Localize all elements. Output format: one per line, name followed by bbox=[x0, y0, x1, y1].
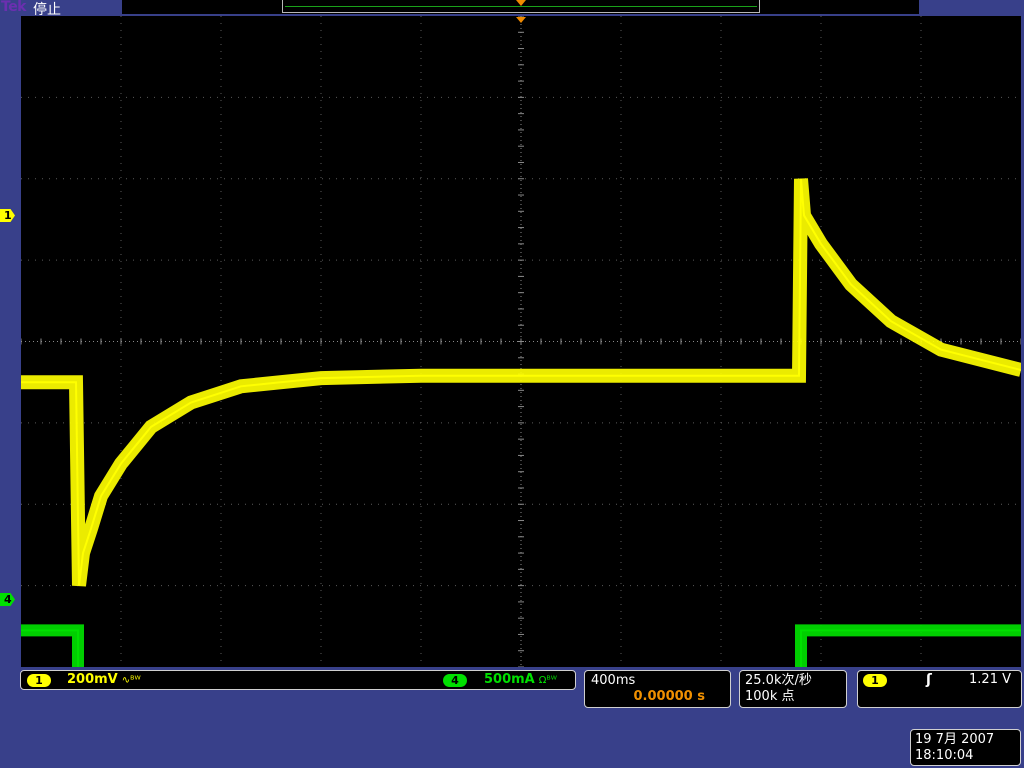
timebase-readout[interactable]: 400ms 0.00000 s bbox=[584, 670, 731, 708]
ch4-ground-marker[interactable]: 4 bbox=[0, 593, 15, 606]
record-trigger-marker bbox=[516, 0, 526, 6]
trigger-position-marker[interactable] bbox=[516, 17, 526, 23]
ch1-bandwidth-icon: ∿ᴮᵂ bbox=[121, 675, 141, 686]
trigger-level: 1.21 V bbox=[969, 672, 1011, 687]
ch4-scale-readout[interactable]: 500mA Ωᴮᵂ bbox=[484, 672, 557, 689]
waveform-display[interactable] bbox=[21, 16, 1021, 667]
status-bar: Tek 停止 bbox=[0, 0, 1024, 18]
horizontal-scale: 400ms bbox=[591, 673, 636, 688]
trigger-source-badge: 1 bbox=[863, 674, 887, 687]
brand-logo: Tek bbox=[1, 0, 27, 15]
ch1-scale-readout[interactable]: 200mV ∿ᴮᵂ bbox=[67, 672, 141, 689]
date: 19 7月 2007 bbox=[915, 732, 995, 747]
horizontal-position: 0.00000 s bbox=[633, 689, 705, 704]
record-length: 100k 点 bbox=[745, 689, 795, 704]
ch4-bandwidth-icon: Ωᴮᵂ bbox=[538, 675, 557, 686]
time: 18:10:04 bbox=[915, 748, 974, 763]
rising-edge-icon: ʃ bbox=[926, 672, 932, 688]
ch4-badge[interactable]: 4 bbox=[443, 674, 467, 687]
ch4-scale: 500mA bbox=[484, 672, 535, 687]
date-time-readout: 19 7月 2007 18:10:04 bbox=[910, 729, 1021, 766]
ch1-ground-marker[interactable]: 1 bbox=[0, 209, 15, 222]
waveform-plot bbox=[21, 16, 1021, 667]
ch1-badge[interactable]: 1 bbox=[27, 674, 51, 687]
trigger-readout[interactable]: 1 ʃ 1.21 V bbox=[857, 670, 1022, 708]
channel-readout-bar: 1 200mV ∿ᴮᵂ 4 500mA Ωᴮᵂ bbox=[20, 670, 576, 690]
acquisition-readout[interactable]: 25.0k次/秒 100k 点 bbox=[739, 670, 847, 708]
sample-rate: 25.0k次/秒 bbox=[745, 673, 812, 688]
ch1-scale: 200mV bbox=[67, 672, 118, 687]
